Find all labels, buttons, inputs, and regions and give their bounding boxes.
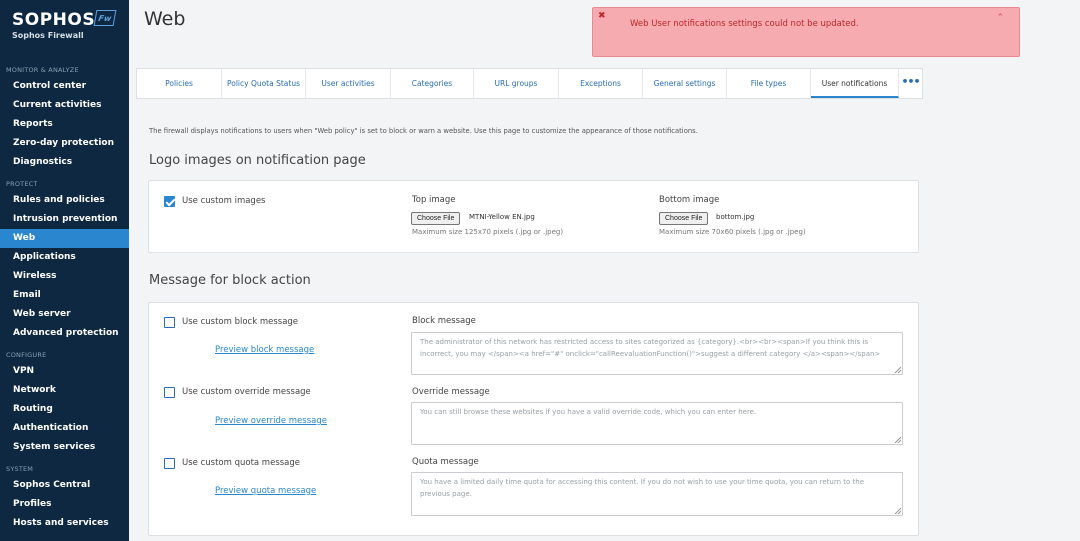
block-section-title: Message for block action (149, 273, 311, 288)
sidebar-item-wireless[interactable]: Wireless (0, 267, 129, 286)
use-custom-block-message-checkbox[interactable] (164, 317, 175, 328)
sidebar-item-vpn[interactable]: VPN (0, 362, 129, 381)
nav-section-title: PROTECT (6, 180, 38, 188)
firewall-badge-icon: Fw (93, 10, 117, 26)
sidebar-nav: MONITOR & ANALYZE Control center Current a… (0, 58, 129, 533)
bottom-image-hint: Maximum size 70x60 pixels (.jpg or .jpeg… (659, 228, 806, 236)
quota-message-label: Quota message (412, 457, 479, 467)
tab-policy-quota-status[interactable]: Policy Quota Status (222, 69, 306, 98)
sidebar-item-current-activities[interactable]: Current activities (0, 96, 129, 115)
use-custom-override-message-checkbox[interactable] (164, 387, 175, 398)
preview-quota-message-link[interactable]: Preview quota message (215, 486, 316, 496)
override-message-textarea[interactable]: You can still browse these websites if y… (411, 402, 903, 445)
intro-text: The firewall displays notifications to u… (149, 127, 698, 135)
sidebar-item-hosts-and-services[interactable]: Hosts and services (0, 514, 129, 533)
top-image-filename: MTNI-Yellow EN.jpg (469, 213, 535, 221)
tab-file-types[interactable]: File types (727, 69, 811, 98)
block-resize-handle-icon[interactable] (895, 367, 901, 373)
sidebar: SOPHOS Sophos Firewall Fw MONITOR & ANAL… (0, 0, 129, 541)
use-custom-quota-message-checkbox[interactable] (164, 458, 175, 469)
sidebar-item-intrusion-prevention[interactable]: Intrusion prevention (0, 210, 129, 229)
top-image-hint: Maximum size 125x70 pixels (.jpg or .jpe… (412, 228, 564, 236)
bottom-image-choose-file-button[interactable]: Choose File (659, 212, 709, 225)
tab-general-settings[interactable]: General settings (643, 69, 727, 98)
sidebar-item-network[interactable]: Network (0, 381, 129, 400)
sidebar-item-applications[interactable]: Applications (0, 248, 129, 267)
override-resize-handle-icon[interactable] (895, 437, 901, 443)
sidebar-item-web-server[interactable]: Web server (0, 305, 129, 324)
nav-section-title: MONITOR & ANALYZE (6, 66, 79, 74)
tab-exceptions[interactable]: Exceptions (559, 69, 643, 98)
bottom-image-filename: bottom.jpg (716, 213, 755, 221)
tab-categories[interactable]: Categories (391, 69, 474, 98)
sidebar-item-authentication[interactable]: Authentication (0, 419, 129, 438)
logo-section-title: Logo images on notification page (149, 153, 366, 168)
tab-url-groups[interactable]: URL groups (474, 69, 559, 98)
preview-block-message-link[interactable]: Preview block message (215, 345, 314, 355)
error-icon: ✖ (598, 11, 606, 21)
sidebar-item-diagnostics[interactable]: Diagnostics (0, 153, 129, 172)
use-custom-quota-message-label: Use custom quota message (182, 458, 301, 468)
sidebar-item-rules-and-policies[interactable]: Rules and policies (0, 191, 129, 210)
top-image-choose-file-button[interactable]: Choose File (411, 212, 461, 225)
sidebar-item-reports[interactable]: Reports (0, 115, 129, 134)
sidebar-item-profiles[interactable]: Profiles (0, 495, 129, 514)
preview-override-message-link[interactable]: Preview override message (215, 416, 327, 426)
sidebar-item-advanced-protection[interactable]: Advanced protection (0, 324, 129, 343)
quota-resize-handle-icon[interactable] (895, 508, 901, 514)
block-action-card: Use custom block message Preview block m… (148, 302, 919, 536)
sidebar-item-routing[interactable]: Routing (0, 400, 129, 419)
tab-user-notifications[interactable]: User notifications (811, 69, 899, 98)
logo-images-card: Use custom images Top image Choose File … (148, 180, 919, 253)
brand-logo[interactable]: SOPHOS Sophos Firewall Fw (0, 0, 129, 58)
sidebar-item-control-center[interactable]: Control center (0, 77, 129, 96)
block-message-label: Block message (412, 316, 476, 326)
top-image-label: Top image (412, 195, 456, 205)
sidebar-item-sophos-central[interactable]: Sophos Central (0, 476, 129, 495)
nav-section-title: CONFIGURE (6, 351, 47, 359)
tab-policies[interactable]: Policies (137, 69, 222, 98)
sidebar-item-email[interactable]: Email (0, 286, 129, 305)
use-custom-block-message-label: Use custom block message (182, 317, 299, 327)
override-message-label: Override message (412, 387, 490, 397)
brand-subtitle: Sophos Firewall (12, 31, 84, 40)
sidebar-item-web[interactable]: Web (0, 229, 129, 248)
use-custom-override-message-label: Use custom override message (182, 387, 311, 397)
nav-section-title: SYSTEM (6, 465, 34, 473)
error-toast: ✖ Web User notifications settings could … (592, 7, 1020, 57)
error-message: Web User notifications settings could no… (630, 19, 859, 29)
more-tabs-icon[interactable]: ••• (899, 69, 922, 98)
sidebar-item-system-services[interactable]: System services (0, 438, 129, 457)
use-custom-images-label: Use custom images (182, 196, 266, 206)
use-custom-images-checkbox[interactable] (164, 196, 175, 207)
bottom-image-label: Bottom image (659, 195, 720, 205)
tab-user-activities[interactable]: User activities (306, 69, 391, 98)
block-message-textarea[interactable]: The administrator of this network has re… (411, 332, 903, 375)
sidebar-item-zero-day-protection[interactable]: Zero-day protection (0, 134, 129, 153)
tab-bar: Policies Policy Quota Status User activiti… (136, 68, 923, 99)
quota-message-textarea[interactable]: You have a limited daily time quota for … (411, 472, 903, 516)
collapse-toast-icon[interactable]: ⌃ (996, 13, 1004, 23)
page-title: Web (144, 8, 186, 30)
